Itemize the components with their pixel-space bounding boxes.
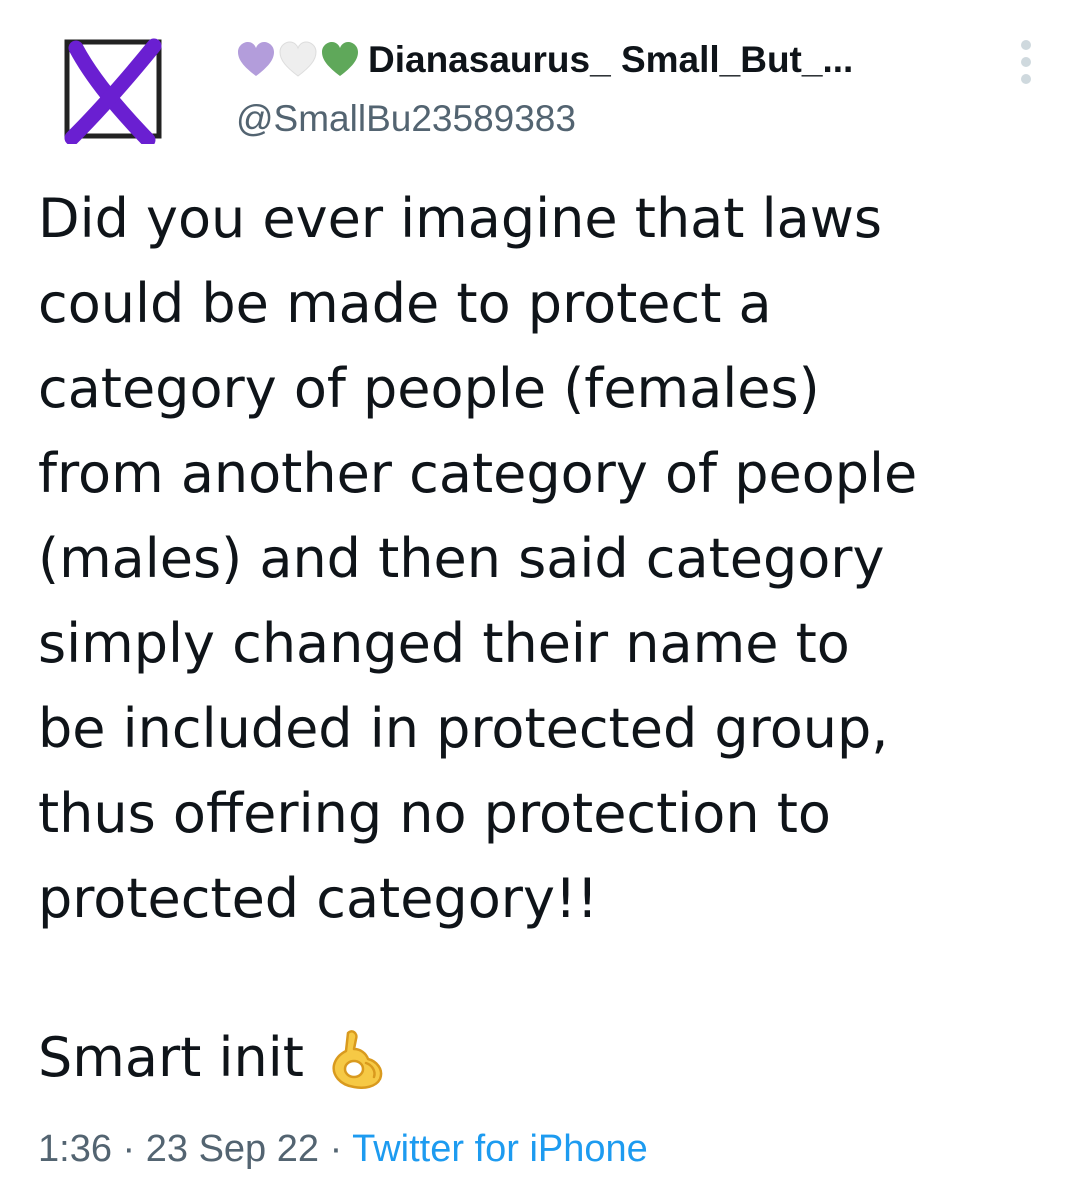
- tweet-text-line: could be made to protect a: [38, 272, 772, 335]
- meta-separator: ·: [122, 1128, 136, 1170]
- author-name-row[interactable]: Dianasaurus_ Small_But_...: [236, 32, 1000, 88]
- tweet-text-line: protected category!!: [38, 867, 599, 930]
- tweet-text-line: be included in protected group,: [38, 697, 889, 760]
- tweet-text-line: category of people (females): [38, 357, 820, 420]
- tweet-text-line: simply changed their name to: [38, 612, 850, 675]
- more-options-icon[interactable]: [1016, 40, 1036, 84]
- author-display-name[interactable]: Dianasaurus_ Small_But_...: [368, 39, 853, 81]
- more-dot: [1021, 57, 1031, 67]
- more-dot: [1021, 40, 1031, 50]
- ok-hand-icon: [326, 1027, 390, 1089]
- meta-separator: ·: [329, 1128, 343, 1170]
- tweet-text-line: from another category of people: [38, 442, 918, 505]
- tweet-text-line: thus offering no protection to: [38, 782, 831, 845]
- tweet-meta: 1:36 · 23 Sep 22 · Twitter for iPhone: [38, 1128, 648, 1171]
- tweet-date[interactable]: 23 Sep 22: [146, 1128, 319, 1170]
- author-handle[interactable]: @SmallBu23589383: [236, 98, 1000, 140]
- more-dot: [1021, 74, 1031, 84]
- avatar-cross-box-icon: [64, 38, 162, 144]
- tweet-text: Did you ever imagine that laws could be …: [38, 176, 1048, 941]
- avatar[interactable]: [62, 38, 166, 144]
- purple-heart-icon: [236, 40, 276, 80]
- tweet-closing-line: Smart init: [38, 1026, 390, 1089]
- tweet-closing-text: Smart init: [38, 1026, 304, 1089]
- tweet-header: Dianasaurus_ Small_But_... @SmallBu23589…: [236, 32, 1000, 140]
- tweet-source-link[interactable]: Twitter for iPhone: [352, 1128, 648, 1170]
- tweet-time[interactable]: 1:36: [38, 1128, 112, 1170]
- tweet-text-line: Did you ever imagine that laws: [38, 187, 882, 250]
- green-heart-icon: [320, 40, 360, 80]
- white-heart-icon: [278, 40, 318, 80]
- tweet-text-line: (males) and then said category: [38, 527, 885, 590]
